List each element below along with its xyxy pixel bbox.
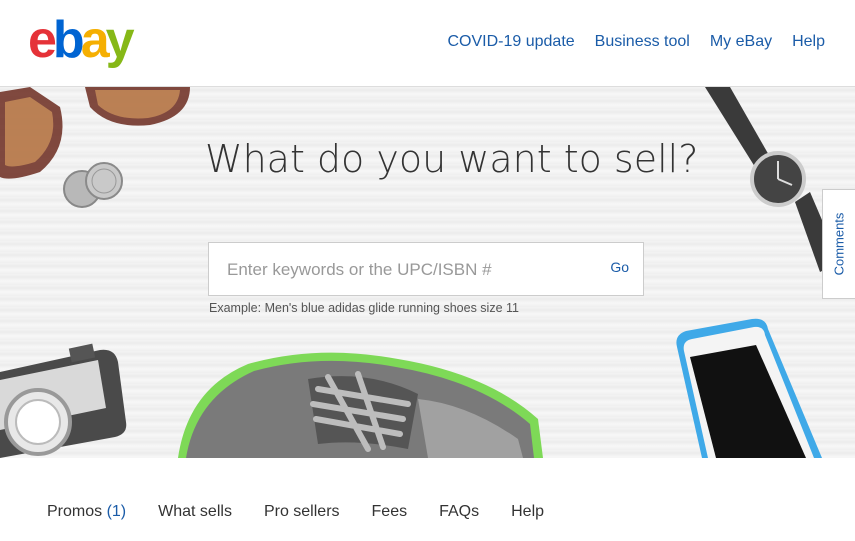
nav-business-tool-link[interactable]: Business tool xyxy=(595,33,690,51)
logo-letter-e: e xyxy=(28,11,57,69)
go-button[interactable]: Go xyxy=(610,259,629,275)
subnav-help-link[interactable]: Help xyxy=(511,503,544,521)
subnav-pro-sellers-link[interactable]: Pro sellers xyxy=(264,503,340,521)
subnav-what-sells-link[interactable]: What sells xyxy=(158,503,232,521)
smartphone-image xyxy=(676,318,822,458)
subnav: Promos (1) What sells Pro sellers Fees F… xyxy=(47,503,544,521)
sneaker-image xyxy=(178,352,543,458)
logo-letter-b: b xyxy=(52,11,85,69)
search-input[interactable] xyxy=(225,243,589,297)
nav-covid-update-link[interactable]: COVID-19 update xyxy=(447,33,574,51)
coins-image xyxy=(63,162,123,208)
promos-count-badge: (1) xyxy=(106,503,127,520)
camera-image xyxy=(0,343,127,458)
header-nav: COVID-19 update Business tool My eBay He… xyxy=(447,33,825,51)
subnav-faqs-link[interactable]: FAQs xyxy=(439,503,479,521)
subnav-promos-link[interactable]: Promos (1) xyxy=(47,503,126,521)
nav-help-link[interactable]: Help xyxy=(792,33,825,51)
header: ebay COVID-19 update Business tool My eB… xyxy=(0,0,855,87)
nav-my-ebay-link[interactable]: My eBay xyxy=(710,33,772,51)
comments-tab-label: Comments xyxy=(831,212,847,276)
logo-letter-a: a xyxy=(80,11,110,69)
logo-letter-y: y xyxy=(105,11,135,69)
subnav-promos-label: Promos xyxy=(47,503,103,520)
search-example-text: Example: Men's blue adidas glide running… xyxy=(209,301,519,315)
comments-tab[interactable]: Comments xyxy=(822,189,855,299)
search-box: Go xyxy=(208,242,644,297)
hero-title: What do you want to sell? xyxy=(205,137,699,181)
ebay-logo[interactable]: ebay xyxy=(28,11,135,69)
hero-banner: What do you want to sell? Go Example: Me… xyxy=(0,87,855,458)
subnav-fees-link[interactable]: Fees xyxy=(372,503,408,521)
